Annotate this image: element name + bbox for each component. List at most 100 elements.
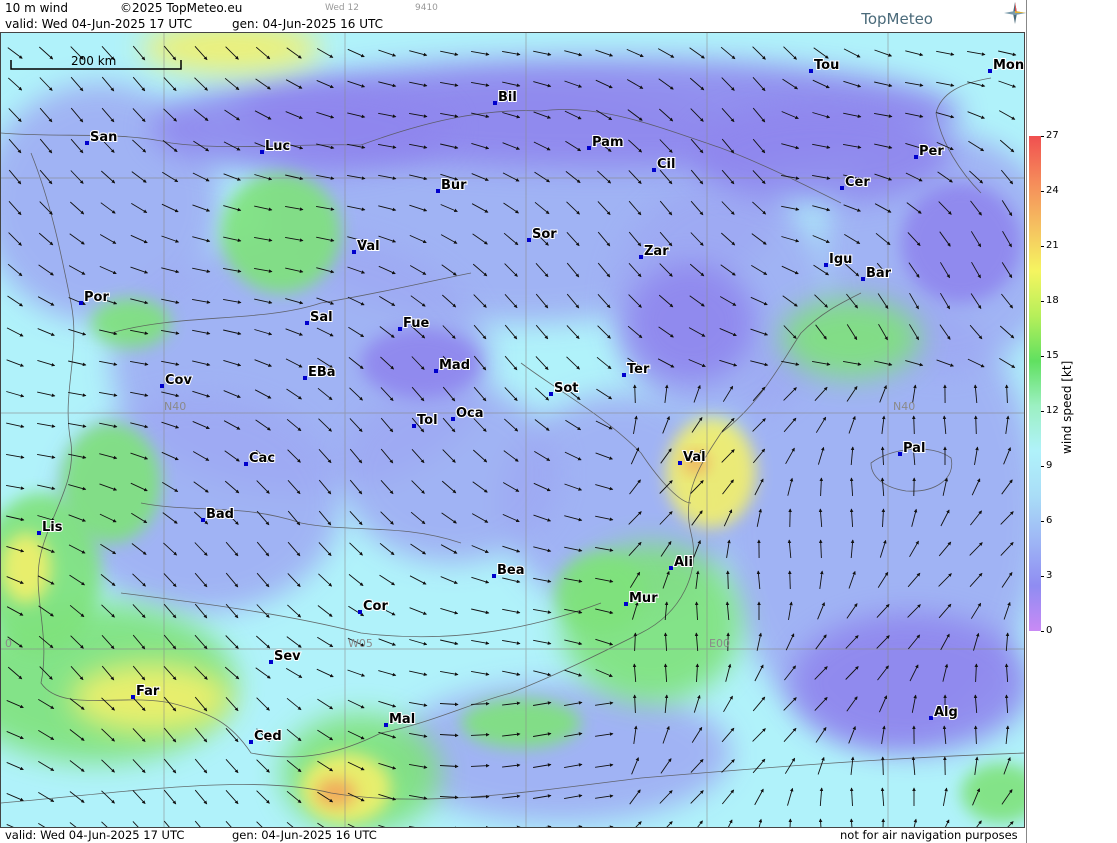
city-ter-19: Ter	[622, 361, 651, 378]
city-per-6: Per	[914, 143, 945, 160]
svg-text:Oca: Oca	[456, 406, 484, 421]
colorbar-tick-mark	[1041, 191, 1044, 192]
city-san-0: San	[85, 129, 118, 146]
city-fue-17: Fue	[398, 315, 430, 332]
svg-text:Tou: Tou	[814, 58, 839, 73]
svg-text:EBa: EBa	[308, 365, 336, 380]
grid-label-n40-west: N40	[164, 400, 186, 413]
colorbar-tick-9: 9	[1046, 460, 1053, 471]
svg-text:Lis: Lis	[42, 520, 63, 535]
svg-text:Ter: Ter	[627, 362, 650, 377]
wind-speed-colorbar	[1029, 136, 1041, 631]
map-footer: valid: Wed 04-Jun-2025 17 UTC gen: 04-Ju…	[0, 828, 1027, 843]
colorbar-tick-mark	[1041, 301, 1044, 302]
svg-text:Sev: Sev	[274, 649, 301, 664]
svg-text:Mad: Mad	[439, 358, 470, 373]
city-pal-26: Pal	[898, 440, 926, 457]
svg-text:Bur: Bur	[441, 178, 467, 193]
svg-text:Val: Val	[357, 239, 380, 254]
svg-text:Val: Val	[683, 450, 706, 465]
wind-map-canvas: N40 N40 W05 E00 0 200 km San Luc Bil Pam Tou…	[1, 33, 1024, 827]
scale-bar-label: 200 km	[71, 54, 116, 68]
svg-text:Cer: Cer	[845, 175, 870, 190]
city-mur-32: Mur	[624, 590, 659, 607]
svg-text:Mon: Mon	[993, 58, 1024, 73]
city-mal-37: Mal	[384, 711, 416, 728]
city-eba-21: EBa	[303, 364, 337, 381]
navigation-disclaimer: not for air navigation purposes	[840, 828, 1018, 842]
valid-time: valid: Wed 04-Jun-2025 17 UTC	[5, 17, 193, 31]
colorbar-tick-18: 18	[1046, 295, 1059, 306]
svg-text:Luc: Luc	[265, 139, 290, 154]
city-val-14: Val	[352, 238, 381, 255]
colorbar-tick-24: 24	[1046, 185, 1059, 196]
city-sal-16: Sal	[305, 309, 334, 326]
city-tou-4: Tou	[809, 57, 840, 74]
colorbar-tick-27: 27	[1046, 130, 1059, 141]
gen-time: gen: 04-Jun-2025 16 UTC	[232, 17, 384, 31]
colorbar-label: wind speed [kt]	[1060, 360, 1074, 454]
svg-text:Cac: Cac	[249, 451, 275, 466]
city-bad-28: Bad	[201, 506, 235, 523]
colorbar-tick-mark	[1041, 136, 1044, 137]
svg-text:Fue: Fue	[403, 316, 429, 331]
svg-text:Bea: Bea	[497, 563, 525, 578]
copyright-text: ©2025 TopMeteo.eu	[120, 1, 243, 15]
svg-text:Per: Per	[919, 144, 944, 159]
svg-text:Sal: Sal	[310, 310, 333, 325]
city-alg-36: Alg	[929, 704, 959, 721]
city-mad-18: Mad	[434, 357, 471, 374]
svg-text:Cil: Cil	[657, 157, 675, 172]
colorbar-tick-12: 12	[1046, 405, 1059, 416]
svg-text:Igu: Igu	[829, 252, 852, 267]
colorbar-tick-3: 3	[1046, 570, 1053, 581]
footer-valid-time: valid: Wed 04-Jun-2025 17 UTC	[5, 828, 185, 842]
colorbar-tick-21: 21	[1046, 240, 1059, 251]
svg-text:Mal: Mal	[389, 712, 415, 727]
city-sot-22: Sot	[549, 380, 580, 397]
grid-label-n40-east: N40	[893, 400, 915, 413]
wind-map[interactable]: N40 N40 W05 E00 0 200 km San Luc Bil Pam Tou…	[0, 32, 1025, 828]
svg-text:Cov: Cov	[165, 373, 192, 388]
city-zar-11: Zar	[639, 243, 670, 260]
svg-text:Cor: Cor	[363, 599, 388, 614]
city-bur-9: Bur	[436, 177, 468, 194]
city-mon-5: Mon	[988, 57, 1024, 74]
city-bar-13: Bar	[861, 265, 893, 282]
svg-text:Bar: Bar	[866, 266, 892, 281]
colorbar-tick-mark	[1041, 246, 1044, 247]
svg-text:Ced: Ced	[254, 729, 282, 744]
city-luc-1: Luc	[260, 138, 291, 155]
svg-text:Pam: Pam	[592, 135, 624, 150]
footer-gen-time: gen: 04-Jun-2025 16 UTC	[232, 828, 377, 842]
grid-label-e00: E00	[709, 637, 730, 650]
svg-text:Tol: Tol	[417, 413, 438, 428]
svg-text:Ali: Ali	[674, 555, 693, 570]
colorbar-tick-mark	[1041, 576, 1044, 577]
colorbar-tick-mark	[1041, 631, 1044, 632]
city-val-25: Val	[678, 449, 707, 466]
city-oca-24: Oca	[451, 405, 485, 422]
topmeteo-logo-text: TopMeteo	[861, 10, 933, 28]
city-igu-12: Igu	[824, 251, 853, 268]
svg-text:Alg: Alg	[934, 705, 958, 720]
colorbar-tick-6: 6	[1046, 515, 1053, 526]
colorbar-tick-0: 0	[1046, 625, 1053, 636]
svg-text:Sot: Sot	[554, 381, 579, 396]
svg-text:Bil: Bil	[498, 90, 517, 105]
city-bea-31: Bea	[492, 562, 526, 579]
run-code: 9410	[415, 3, 438, 13]
city-sev-34: Sev	[269, 648, 302, 665]
city-sor-10: Sor	[527, 226, 558, 243]
colorbar-tick-mark	[1041, 521, 1044, 522]
product-title: 10 m wind	[5, 1, 68, 15]
colorbar-tick-15: 15	[1046, 350, 1059, 361]
svg-text:Sor: Sor	[532, 227, 557, 242]
svg-text:Far: Far	[136, 684, 160, 699]
city-cov-20: Cov	[160, 372, 193, 389]
svg-text:Por: Por	[84, 290, 109, 305]
run-hint: Wed 12	[325, 3, 359, 13]
city-cer-7: Cer	[840, 174, 871, 191]
city-por-15: Por	[79, 289, 110, 306]
map-header: 10 m wind ©2025 TopMeteo.eu Wed 12 9410 …	[0, 0, 1027, 32]
